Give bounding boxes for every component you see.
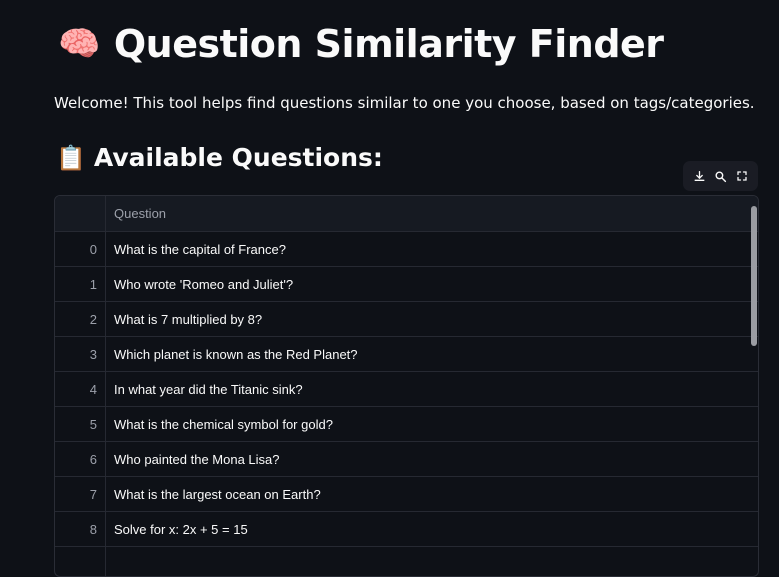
table-row[interactable]: 3 Which planet is known as the Red Plane… — [55, 337, 758, 372]
question-cell[interactable]: In what year did the Titanic sink? — [106, 372, 303, 406]
table-row[interactable]: 0 What is the capital of France? — [55, 232, 758, 267]
dataframe-toolbar — [683, 161, 758, 191]
table-header-row: Question — [55, 196, 758, 232]
table-row[interactable]: 7 What is the largest ocean on Earth? — [55, 477, 758, 512]
table-row-partial[interactable] — [55, 547, 758, 576]
question-cell[interactable]: Who wrote 'Romeo and Juliet'? — [106, 267, 293, 301]
clipboard-icon: 📋 — [56, 143, 86, 172]
question-cell[interactable]: What is 7 multiplied by 8? — [106, 302, 262, 336]
row-index: 8 — [55, 512, 106, 546]
row-index: 4 — [55, 372, 106, 406]
table-row[interactable]: 6 Who painted the Mona Lisa? — [55, 442, 758, 477]
brain-icon: 🧠 — [58, 24, 100, 64]
question-cell[interactable]: What is the largest ocean on Earth? — [106, 477, 321, 511]
intro-text: Welcome! This tool helps find questions … — [54, 94, 755, 112]
row-index: 1 — [55, 267, 106, 301]
search-icon[interactable] — [712, 167, 730, 185]
table-row[interactable]: 4 In what year did the Titanic sink? — [55, 372, 758, 407]
table-scrollbar[interactable] — [751, 206, 757, 346]
question-cell[interactable]: Which planet is known as the Red Planet? — [106, 337, 358, 371]
table-row[interactable]: 8 Solve for x: 2x + 5 = 15 — [55, 512, 758, 547]
question-cell[interactable]: Solve for x: 2x + 5 = 15 — [106, 512, 248, 546]
table-row[interactable]: 2 What is 7 multiplied by 8? — [55, 302, 758, 337]
download-icon[interactable] — [691, 167, 709, 185]
row-index: 5 — [55, 407, 106, 441]
row-index — [55, 547, 106, 576]
section-title: 📋 Available Questions: — [56, 143, 383, 172]
section-title-text: Available Questions: — [93, 143, 383, 172]
fullscreen-icon[interactable] — [733, 167, 751, 185]
table-row[interactable]: 1 Who wrote 'Romeo and Juliet'? — [55, 267, 758, 302]
questions-table[interactable]: Question 0 What is the capital of France… — [54, 195, 759, 577]
row-index: 6 — [55, 442, 106, 476]
row-index: 3 — [55, 337, 106, 371]
question-column-header[interactable]: Question — [106, 196, 166, 231]
question-cell[interactable] — [106, 547, 114, 576]
question-cell[interactable]: Who painted the Mona Lisa? — [106, 442, 280, 476]
page-title-text: Question Similarity Finder — [113, 22, 664, 66]
row-index: 7 — [55, 477, 106, 511]
question-cell[interactable]: What is the chemical symbol for gold? — [106, 407, 333, 441]
question-cell[interactable]: What is the capital of France? — [106, 232, 286, 266]
row-index: 0 — [55, 232, 106, 266]
index-header — [55, 196, 106, 231]
row-index: 2 — [55, 302, 106, 336]
page-title: 🧠 Question Similarity Finder — [58, 22, 664, 66]
table-row[interactable]: 5 What is the chemical symbol for gold? — [55, 407, 758, 442]
